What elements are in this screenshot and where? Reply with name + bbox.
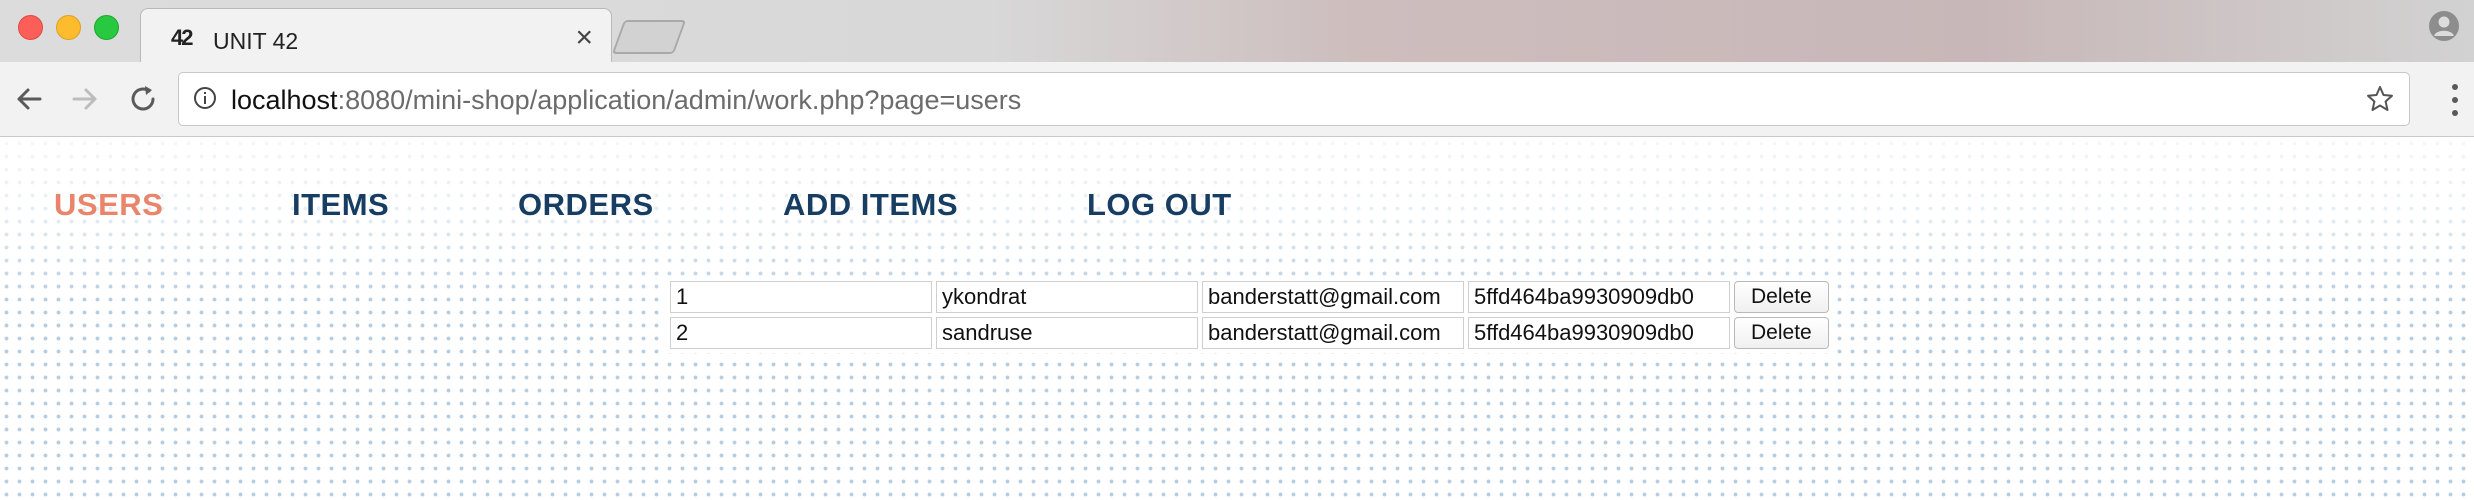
reload-icon[interactable] xyxy=(124,80,162,118)
site-favicon-icon: 42 xyxy=(171,25,192,50)
user-password-cell: 5ffd464ba9930909db0 xyxy=(1468,281,1730,313)
star-icon[interactable] xyxy=(2365,84,2395,114)
minimize-window-button[interactable] xyxy=(56,15,81,40)
nav-items-link[interactable]: ITEMS xyxy=(292,187,389,223)
address-bar[interactable]: localhost:8080/mini-shop/application/adm… xyxy=(178,72,2410,126)
delete-user-button[interactable]: Delete xyxy=(1734,281,1829,313)
close-window-button[interactable] xyxy=(18,15,43,40)
delete-user-button[interactable]: Delete xyxy=(1734,317,1829,349)
zoom-window-button[interactable] xyxy=(94,15,119,40)
user-login-cell: sandruse xyxy=(936,317,1198,349)
url-host: localhost xyxy=(231,85,338,115)
url-text[interactable]: localhost:8080/mini-shop/application/adm… xyxy=(231,85,1021,116)
browser-tab-strip: 42 UNIT 42 × xyxy=(0,0,2474,65)
nav-users-link[interactable]: USERS xyxy=(54,187,163,223)
user-email-cell: banderstatt@gmail.com xyxy=(1202,281,1464,313)
table-row: 1 ykondrat banderstatt@gmail.com 5ffd464… xyxy=(670,281,1829,313)
action-cell: Delete xyxy=(1734,317,1829,349)
profile-icon[interactable] xyxy=(2428,10,2460,42)
user-password-cell: 5ffd464ba9930909db0 xyxy=(1468,317,1730,349)
url-path: :8080/mini-shop/application/admin/work.p… xyxy=(337,85,1022,115)
user-id-cell: 1 xyxy=(670,281,932,313)
forward-arrow-icon[interactable] xyxy=(66,80,104,118)
back-arrow-icon[interactable] xyxy=(10,80,48,118)
close-icon[interactable]: × xyxy=(575,21,593,54)
nav-add-items-link[interactable]: ADD ITEMS xyxy=(783,187,958,223)
table-row: 2 sandruse banderstatt@gmail.com 5ffd464… xyxy=(670,317,1829,349)
page-content: USERS ITEMS ORDERS ADD ITEMS LOG OUT 1 y… xyxy=(0,137,2474,500)
nav-orders-link[interactable]: ORDERS xyxy=(518,187,654,223)
users-table: 1 ykondrat banderstatt@gmail.com 5ffd464… xyxy=(666,277,1833,353)
user-email-cell: banderstatt@gmail.com xyxy=(1202,317,1464,349)
browser-tab[interactable]: 42 UNIT 42 × xyxy=(140,8,612,65)
nav-log-out-link[interactable]: LOG OUT xyxy=(1087,187,1232,223)
tab-title: UNIT 42 xyxy=(213,28,299,54)
new-tab-button[interactable] xyxy=(611,20,687,54)
browser-toolbar: localhost:8080/mini-shop/application/adm… xyxy=(0,62,2474,137)
kebab-menu-icon[interactable] xyxy=(2450,82,2460,118)
info-icon[interactable] xyxy=(193,86,217,110)
action-cell: Delete xyxy=(1734,281,1829,313)
user-id-cell: 2 xyxy=(670,317,932,349)
user-login-cell: ykondrat xyxy=(936,281,1198,313)
